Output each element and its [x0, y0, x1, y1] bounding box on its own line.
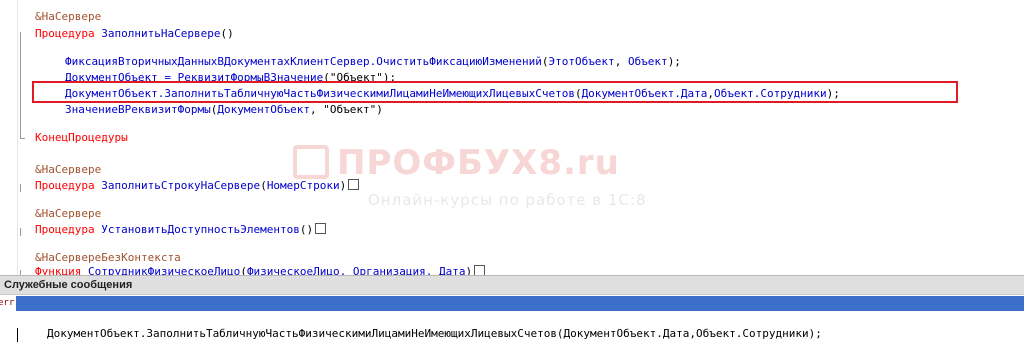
error-message-row[interactable]: err {Документ.ЗаявкаНаОткрытиеЛицевыхСче…	[0, 296, 1024, 340]
error-detail-text: ДокументОбъект.ЗаполнитьТабличнуюЧастьФи…	[47, 327, 822, 340]
code-token: ЗначениеВРеквизитФормы	[65, 103, 211, 116]
code-token: (	[240, 265, 247, 275]
code-token: Процедура	[35, 223, 102, 236]
code-token: &НаСервере	[35, 163, 102, 176]
code-line[interactable]: ФиксацияВторичныхДанныхВДокументахКлиент…	[65, 55, 681, 69]
code-editor[interactable]: &НаСервере Процедура ЗаполнитьНаСервере()…	[0, 0, 1024, 275]
text-cursor	[17, 328, 18, 342]
code-token: ФиксацияВторичныхДанныхВДокументахКлиент…	[65, 55, 542, 68]
watermark-mark	[293, 145, 329, 179]
code-line[interactable]: Процедура УстановитьДоступностьЭлементов…	[35, 223, 327, 237]
code-line[interactable]: &НаСервере	[35, 163, 101, 177]
code-token: ЭтотОбъект	[548, 55, 615, 68]
error-detail-row[interactable]: ДокументОбъект.ЗаполнитьТабличнуюЧастьФи…	[0, 311, 1024, 340]
code-line[interactable]: Процедура ЗаполнитьНаСервере()	[35, 27, 234, 41]
fold-end	[20, 138, 25, 139]
code-token: )	[465, 265, 473, 275]
code-token: Объект	[627, 55, 668, 68]
code-token: ДокументОбъект	[217, 103, 311, 116]
code-token: УстановитьДоступностьЭлементов	[101, 223, 300, 236]
watermark-logo: ПРОФБУХ8.ru	[293, 143, 620, 183]
code-token: КонецПроцедуры	[35, 131, 128, 144]
code-line[interactable]: &НаСервере	[35, 10, 101, 24]
code-token: Функция	[35, 265, 88, 275]
code-token: (	[260, 179, 267, 192]
watermark-tagline: Онлайн-курсы по работе в 1С:8	[368, 191, 647, 209]
code-line[interactable]: ЗначениеВРеквизитФормы(ДокументОбъект, "…	[65, 103, 383, 117]
editor-gutter	[0, 0, 18, 275]
code-token: ,	[310, 103, 324, 116]
watermark-brand: ПРОФБУХ8.ru	[337, 143, 620, 183]
code-line[interactable]: Функция СотрудникФизическоеЛицо(Физическ…	[35, 265, 486, 275]
code-token: &НаСервере	[35, 10, 102, 23]
code-token: )	[376, 103, 383, 116]
code-token: ЗаполнитьСтрокуНаСервере	[101, 179, 261, 192]
code-token: &НаСервере	[35, 207, 102, 220]
messages-title: Служебные сообщения	[0, 276, 1024, 295]
code-token: СотрудникФизическоеЛицо	[87, 265, 241, 275]
error-icon: err	[0, 296, 16, 311]
error-line-highlight	[32, 81, 958, 103]
code-token: Процедура	[35, 27, 102, 40]
code-line[interactable]: КонецПроцедуры	[35, 131, 128, 145]
fold-line	[20, 184, 21, 192]
code-line[interactable]: &НаСервереБезКонтекста	[35, 251, 181, 265]
code-token: ЗаполнитьНаСервере	[101, 27, 221, 40]
code-token: ,	[614, 55, 628, 68]
code-line[interactable]: &НаСервере	[35, 207, 101, 221]
code-token: ()	[220, 27, 234, 40]
fold-line	[20, 32, 21, 138]
code-token: ()	[299, 223, 314, 236]
code-token: Процедура	[35, 179, 102, 192]
collapsed-block-icon[interactable]	[315, 223, 327, 234]
messages-panel: Служебные сообщения err {Документ.Заявка…	[0, 275, 1024, 350]
fold-line	[20, 228, 21, 236]
code-token: ФизическоеЛицо, Организация, Дата	[246, 265, 466, 275]
code-token: "Объект"	[323, 103, 377, 116]
code-token: );	[667, 55, 681, 68]
collapsed-block-icon[interactable]	[474, 265, 486, 275]
code-token: &НаСервереБезКонтекста	[35, 251, 181, 264]
